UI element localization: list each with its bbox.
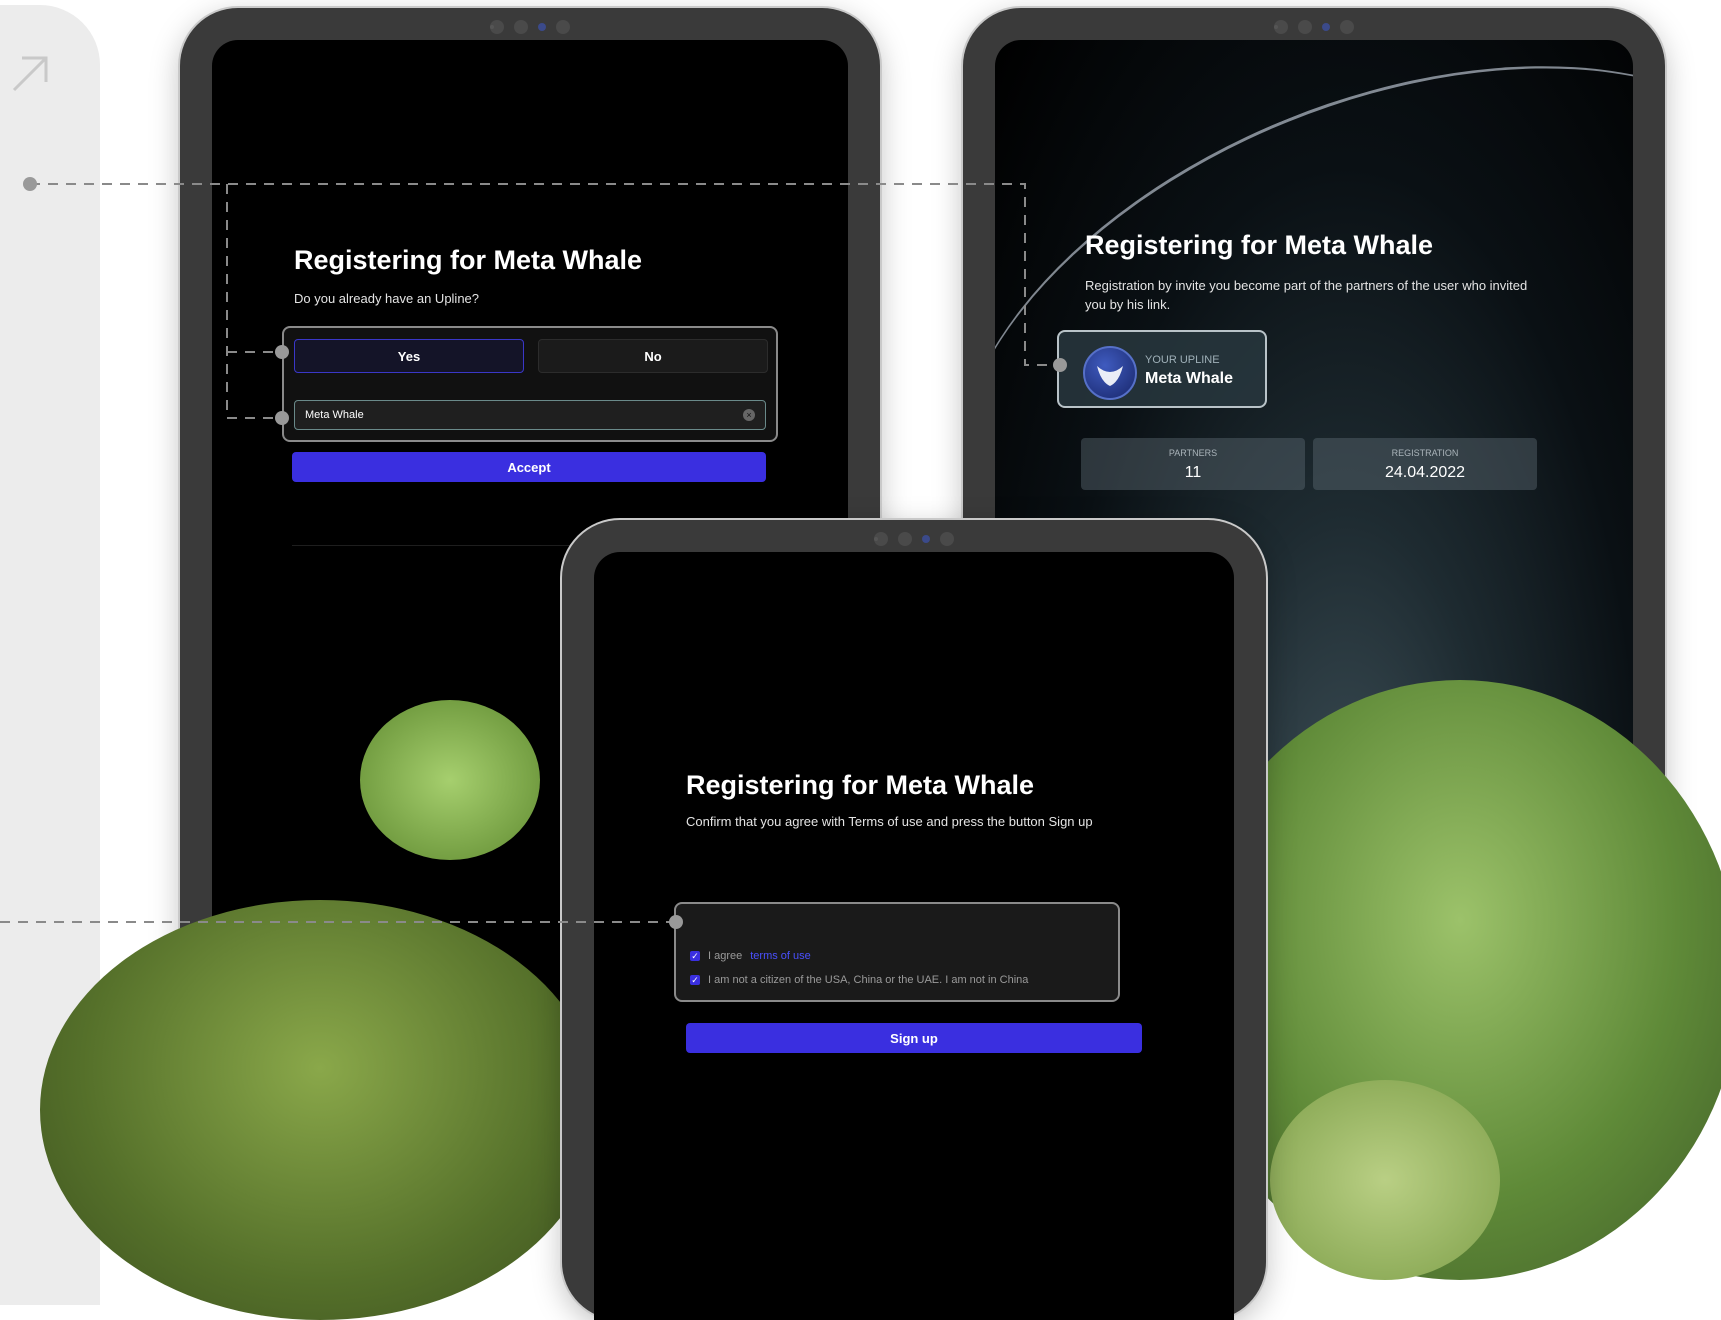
connector-lines [0,177,1067,929]
